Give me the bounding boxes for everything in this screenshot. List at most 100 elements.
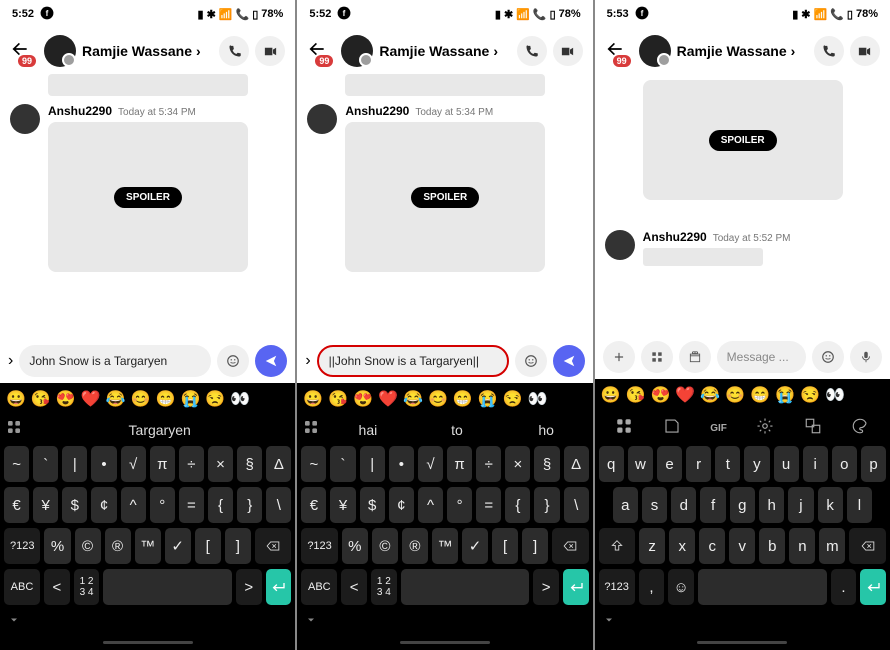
backspace-key[interactable]	[849, 528, 885, 564]
key[interactable]: §	[237, 446, 262, 482]
suggestion-text[interactable]: Targaryen	[30, 422, 289, 438]
key[interactable]: z	[639, 528, 665, 564]
key[interactable]: a	[613, 487, 638, 523]
chat-area[interactable]: SPOILER Anshu2290Today at 5:52 PM	[595, 74, 890, 335]
key[interactable]: ✓	[165, 528, 191, 564]
key[interactable]: €	[301, 487, 326, 523]
key[interactable]: k	[818, 487, 843, 523]
enter-key[interactable]	[266, 569, 292, 605]
emoji-button[interactable]	[217, 345, 249, 377]
key[interactable]: €	[4, 487, 29, 523]
apps-icon[interactable]	[6, 419, 22, 440]
key-numbers[interactable]: 1 23 4	[371, 569, 397, 605]
emoji-suggestion-row[interactable]: 😀😘😍❤️😂😊😁😭😒👀	[0, 387, 295, 415]
key[interactable]: ×	[208, 446, 233, 482]
emoji-key[interactable]: ☺	[668, 569, 694, 605]
key[interactable]: ✓	[462, 528, 488, 564]
chat-title[interactable]: Ramjie Wassane›	[379, 43, 510, 59]
emoji-button[interactable]	[812, 341, 844, 373]
sticker-icon[interactable]	[663, 417, 681, 440]
spacebar[interactable]	[401, 569, 530, 605]
back-button[interactable]: 99	[10, 39, 38, 64]
key[interactable]: ]	[522, 528, 548, 564]
key[interactable]: j	[788, 487, 813, 523]
key[interactable]: \	[564, 487, 589, 523]
key[interactable]: s	[642, 487, 667, 523]
key-mode-switch[interactable]: ?123	[599, 569, 635, 605]
key[interactable]: •	[389, 446, 414, 482]
send-button[interactable]	[553, 345, 585, 377]
spacebar[interactable]	[103, 569, 232, 605]
message-input[interactable]: Message ...	[717, 341, 806, 373]
key[interactable]: y	[744, 446, 769, 482]
call-button[interactable]	[517, 36, 547, 66]
chat-title[interactable]: Ramjie Wassane›	[677, 43, 808, 59]
key[interactable]: ]	[225, 528, 251, 564]
key[interactable]: |	[360, 446, 385, 482]
expand-icon[interactable]: ›	[8, 352, 13, 370]
key[interactable]: r	[686, 446, 711, 482]
spoiler-attachment[interactable]: SPOILER	[48, 122, 248, 272]
call-button[interactable]	[814, 36, 844, 66]
key[interactable]: >	[533, 569, 559, 605]
user-avatar[interactable]	[44, 35, 76, 67]
chat-title[interactable]: Ramjie Wassane›	[82, 43, 213, 59]
message-avatar[interactable]	[307, 104, 337, 134]
key-mode-switch[interactable]: ?123	[4, 528, 40, 564]
key[interactable]: %	[342, 528, 368, 564]
key[interactable]: i	[803, 446, 828, 482]
key[interactable]: •	[91, 446, 116, 482]
collapse-keyboard[interactable]	[595, 609, 890, 635]
key[interactable]: Δ	[564, 446, 589, 482]
key[interactable]: v	[729, 528, 755, 564]
user-avatar[interactable]	[639, 35, 671, 67]
spoiler-attachment[interactable]: SPOILER	[345, 122, 545, 272]
key[interactable]: w	[628, 446, 653, 482]
key[interactable]: %	[44, 528, 70, 564]
key-abc[interactable]: ABC	[4, 569, 40, 605]
key[interactable]: }	[534, 487, 559, 523]
enter-key[interactable]	[860, 569, 886, 605]
key[interactable]: $	[360, 487, 385, 523]
key[interactable]: π	[447, 446, 472, 482]
translate-icon[interactable]	[804, 417, 822, 440]
key[interactable]: \	[266, 487, 291, 523]
key[interactable]: ¥	[330, 487, 355, 523]
call-button[interactable]	[219, 36, 249, 66]
key[interactable]: ,	[639, 569, 665, 605]
key[interactable]: f	[700, 487, 725, 523]
key[interactable]: `	[33, 446, 58, 482]
collapse-keyboard[interactable]	[297, 609, 592, 635]
key[interactable]: c	[699, 528, 725, 564]
chat-area[interactable]: Anshu2290 Today at 5:34 PM SPOILER	[0, 74, 295, 339]
key[interactable]: °	[447, 487, 472, 523]
key[interactable]: ©	[75, 528, 101, 564]
user-avatar[interactable]	[341, 35, 373, 67]
key[interactable]: <	[44, 569, 70, 605]
key[interactable]: Δ	[266, 446, 291, 482]
key[interactable]: ™	[135, 528, 161, 564]
key[interactable]: [	[195, 528, 221, 564]
key[interactable]: ÷	[476, 446, 501, 482]
key[interactable]: u	[774, 446, 799, 482]
key[interactable]: n	[789, 528, 815, 564]
key[interactable]: ®	[402, 528, 428, 564]
add-button[interactable]	[603, 341, 635, 373]
message-input[interactable]: ||John Snow is a Targaryen||	[317, 345, 509, 377]
key[interactable]: ^	[418, 487, 443, 523]
key[interactable]: `	[330, 446, 355, 482]
key[interactable]: e	[657, 446, 682, 482]
key[interactable]: ¥	[33, 487, 58, 523]
key[interactable]: p	[861, 446, 886, 482]
key[interactable]: ¢	[91, 487, 116, 523]
backspace-key[interactable]	[255, 528, 291, 564]
key[interactable]: h	[759, 487, 784, 523]
collapse-keyboard[interactable]	[0, 609, 295, 635]
key[interactable]: ©	[372, 528, 398, 564]
key[interactable]: m	[819, 528, 845, 564]
expand-icon[interactable]: ›	[305, 352, 310, 370]
gif-icon[interactable]: GIF	[710, 423, 727, 434]
key-abc[interactable]: ABC	[301, 569, 337, 605]
key[interactable]: <	[341, 569, 367, 605]
key[interactable]: l	[847, 487, 872, 523]
